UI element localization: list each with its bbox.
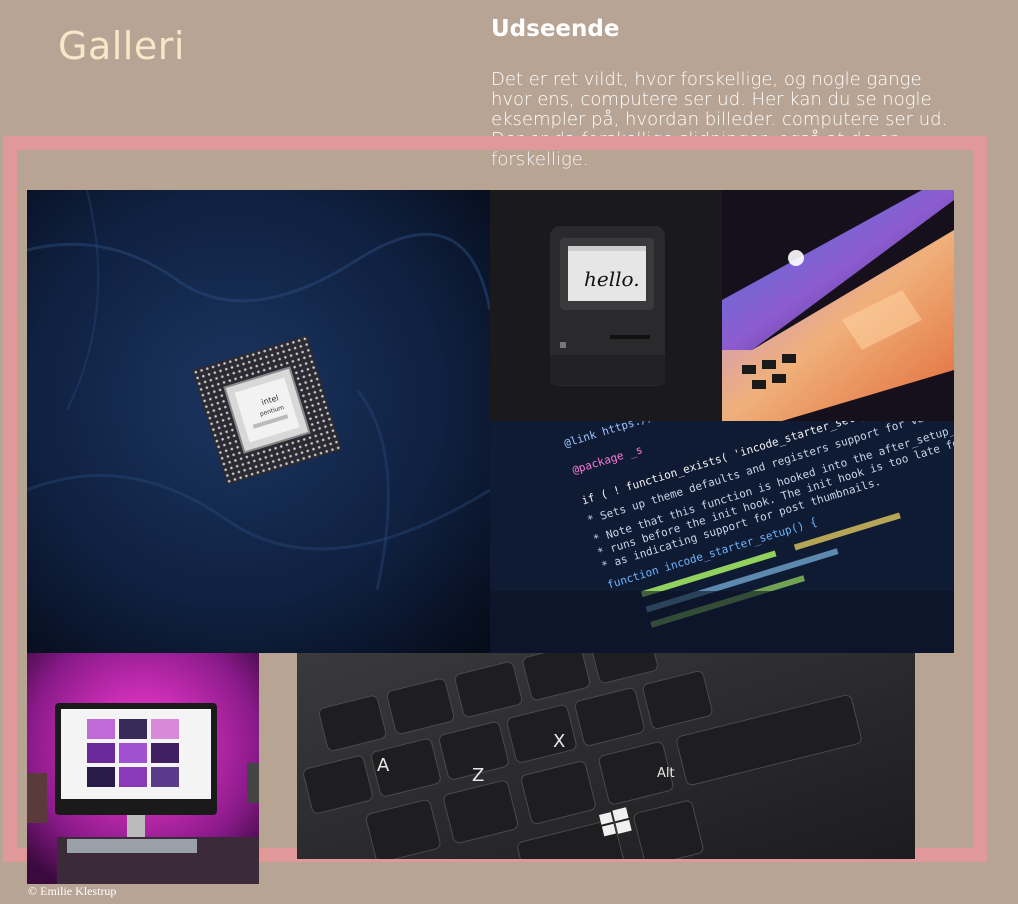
gallery-image-imac[interactable] — [27, 653, 259, 884]
gallery-image-macbook[interactable] — [722, 190, 954, 421]
key-a: A — [377, 755, 390, 776]
section-title: Udseende — [491, 16, 620, 42]
gallery-image-keyboard[interactable]: A Z X Alt — [297, 653, 915, 859]
retro-mac-screen-text: hello. — [584, 267, 640, 291]
key-alt: Alt — [657, 766, 675, 781]
key-x: X — [553, 731, 565, 752]
gallery-image-cpu[interactable]: intel pentium — [27, 190, 490, 653]
gallery-image-retro-mac[interactable]: hello. — [490, 190, 722, 421]
page-title: Galleri — [58, 24, 185, 68]
key-z: Z — [472, 765, 484, 786]
gallery-image-code[interactable]: @link https://deve @package _s if ( ! fu… — [490, 421, 954, 653]
footer-copyright: © Emilie Klestrup — [28, 884, 117, 898]
